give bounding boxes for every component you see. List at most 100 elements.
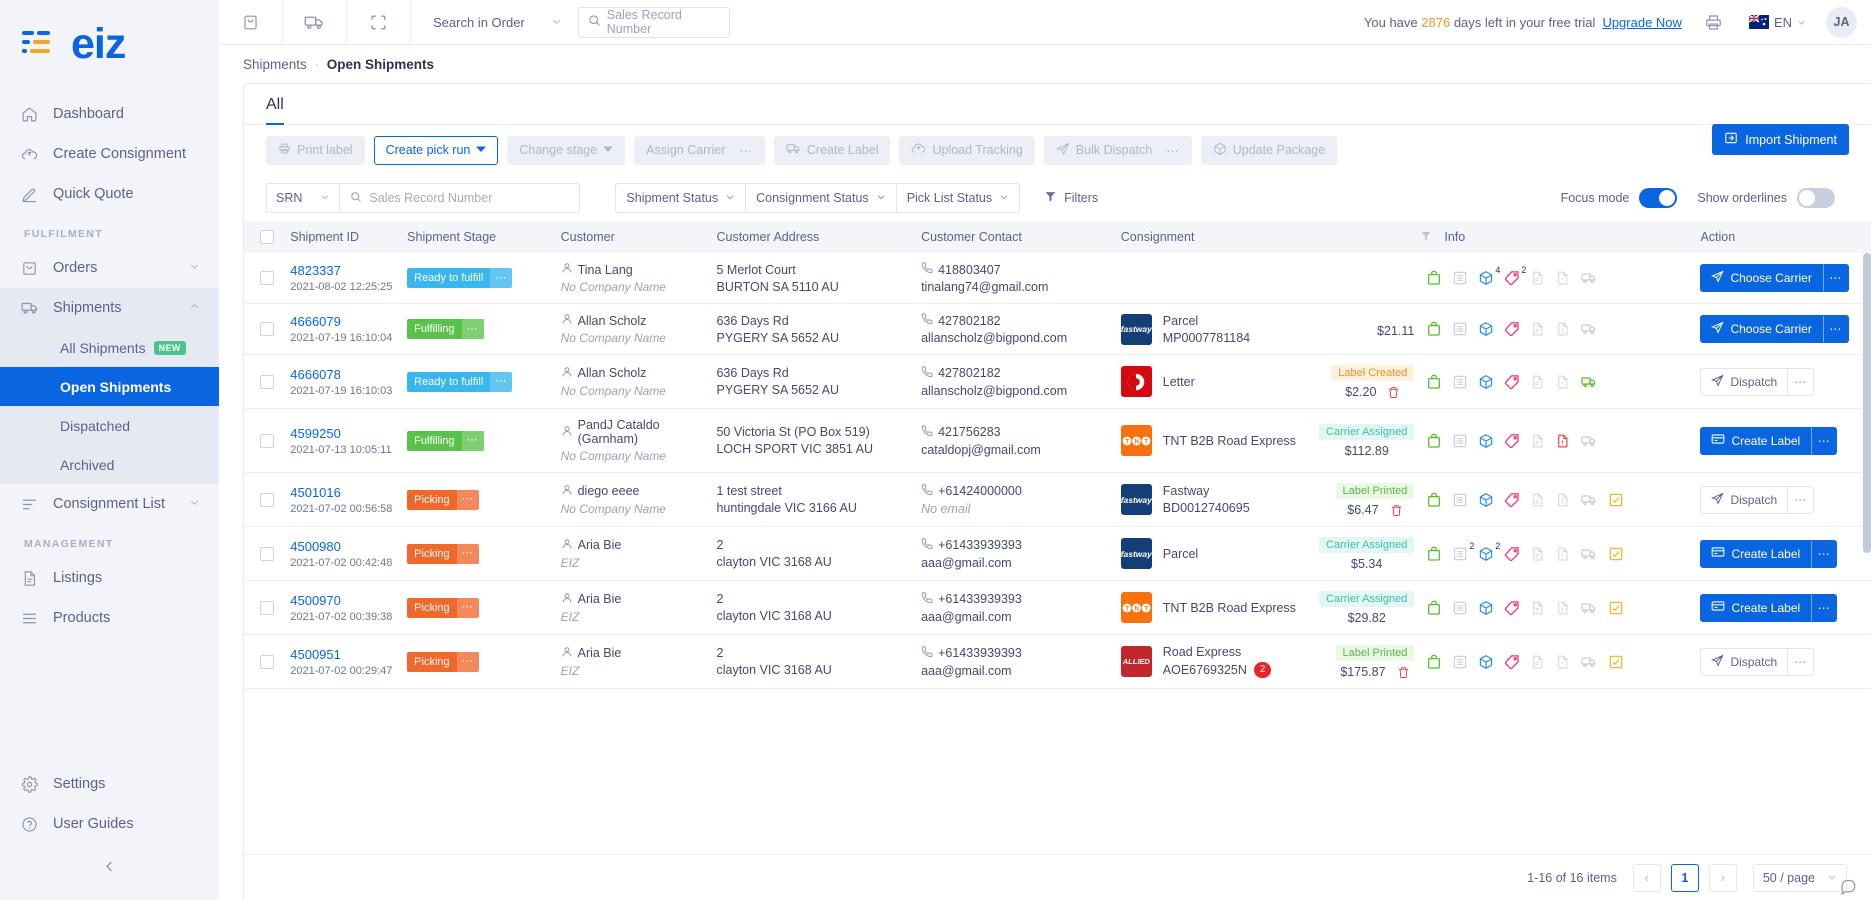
row-more-options-button[interactable]: ⋯: [1811, 426, 1838, 455]
truck-icon[interactable]: [1580, 321, 1598, 337]
stage-more-icon[interactable]: ⋯: [461, 319, 484, 339]
tag-icon[interactable]: [1504, 321, 1520, 337]
document-alert-icon[interactable]: [1555, 321, 1570, 337]
checklist-icon[interactable]: [1608, 492, 1624, 508]
document-icon[interactable]: [1530, 270, 1545, 286]
stage-badge[interactable]: Fulfilling ⋯: [407, 430, 484, 451]
stage-more-icon[interactable]: ⋯: [490, 268, 513, 288]
global-search-input[interactable]: Sales Record Number: [577, 6, 730, 38]
create-label-button[interactable]: Create Label: [773, 135, 891, 165]
row-more-options-button[interactable]: ⋯: [1822, 264, 1849, 292]
sidebar-item-listings[interactable]: Listings: [0, 558, 219, 598]
orderlines-icon[interactable]: [1452, 321, 1468, 337]
bulk-dispatch-button[interactable]: Bulk Dispatch ⋯: [1043, 135, 1192, 165]
document-icon[interactable]: [1530, 546, 1545, 562]
tag-icon[interactable]: [1504, 374, 1520, 390]
search-field-selector[interactable]: SRN: [267, 184, 341, 212]
chat-support-icon[interactable]: [1840, 878, 1857, 898]
shipment-status-filter[interactable]: Shipment Status: [616, 184, 747, 212]
shipment-id-link[interactable]: 4500951: [290, 647, 407, 662]
import-shipment-button[interactable]: Import Shipment: [1712, 124, 1849, 155]
page-1-button[interactable]: 1: [1670, 863, 1699, 892]
dispatch-button[interactable]: Dispatch: [1700, 485, 1789, 514]
create-label-button[interactable]: Create Label: [1700, 426, 1812, 455]
bag-icon[interactable]: [1426, 492, 1442, 508]
avatar[interactable]: JA: [1826, 6, 1857, 38]
prev-page-button[interactable]: ‹: [1632, 863, 1661, 892]
tag-icon[interactable]: [1504, 600, 1520, 616]
tab-all[interactable]: All: [244, 96, 292, 125]
row-checkbox[interactable]: [260, 654, 274, 669]
checklist-icon[interactable]: [1608, 654, 1624, 670]
create-label-button[interactable]: Create Label: [1700, 539, 1812, 568]
dispatch-button[interactable]: Dispatch: [1700, 647, 1789, 676]
show-orderlines-switch[interactable]: [1797, 188, 1835, 208]
printer-icon[interactable]: [1704, 13, 1723, 32]
stage-more-icon[interactable]: ⋯: [456, 543, 479, 564]
row-checkbox[interactable]: [260, 322, 274, 336]
table-row[interactable]: 4666078 2021-07-19 16:10:03 Ready to fulfi…: [244, 354, 1871, 409]
stage-badge[interactable]: Picking ⋯: [407, 489, 479, 510]
shipments-shortcut-icon[interactable]: [283, 0, 347, 44]
row-checkbox[interactable]: [260, 600, 274, 615]
create-label-button[interactable]: Create Label: [1700, 593, 1812, 622]
document-icon[interactable]: [1530, 374, 1545, 390]
row-checkbox[interactable]: [260, 546, 274, 561]
document-icon[interactable]: [1530, 654, 1545, 670]
orderlines-icon[interactable]: 2: [1452, 541, 1474, 562]
table-scrollbar[interactable]: [1863, 253, 1871, 854]
bag-icon[interactable]: [1426, 374, 1442, 390]
language-selector[interactable]: EN: [1748, 14, 1806, 30]
page-size-selector[interactable]: 50 / page: [1752, 863, 1847, 892]
scan-shortcut-icon[interactable]: [347, 0, 411, 44]
box-icon[interactable]: [1478, 600, 1494, 616]
shipment-id-link[interactable]: 4599250: [290, 426, 407, 441]
box-icon[interactable]: [1478, 654, 1494, 670]
document-icon[interactable]: [1530, 600, 1545, 616]
consignment-status-filter[interactable]: Consignment Status: [746, 184, 897, 212]
document-alert-icon[interactable]: [1555, 270, 1570, 286]
truck-icon[interactable]: [1580, 600, 1598, 616]
document-alert-icon[interactable]: [1555, 546, 1570, 562]
assign-carrier-button[interactable]: Assign Carrier ⋯: [634, 135, 765, 165]
checklist-icon[interactable]: [1608, 600, 1624, 616]
box-icon[interactable]: [1478, 374, 1494, 390]
truck-icon[interactable]: [1580, 433, 1598, 449]
shipment-id-link[interactable]: 4666079: [290, 314, 407, 329]
table-row[interactable]: 4599250 2021-07-13 10:05:11 Fulfilling ⋯ Pan…: [244, 408, 1871, 473]
table-row[interactable]: 4666079 2021-07-19 16:10:04 Fulfilling ⋯ All…: [244, 303, 1871, 355]
choose-carrier-button[interactable]: Choose Carrier: [1700, 315, 1823, 343]
bag-icon[interactable]: [1426, 600, 1442, 616]
document-icon[interactable]: [1530, 492, 1545, 508]
bag-icon[interactable]: [1426, 546, 1442, 562]
dispatch-button[interactable]: Dispatch: [1700, 367, 1789, 396]
create-pick-run-button[interactable]: Create pick run: [373, 135, 499, 165]
next-page-button[interactable]: ›: [1708, 863, 1737, 892]
filters-button[interactable]: Filters: [1044, 190, 1098, 206]
tag-icon[interactable]: [1504, 492, 1520, 508]
select-all-checkbox[interactable]: [260, 230, 274, 244]
logo[interactable]: eiz: [0, 0, 219, 88]
sidebar-item-dashboard[interactable]: Dashboard: [0, 94, 219, 134]
table-row[interactable]: 4501016 2021-07-02 00:56:58 Picking ⋯ diego …: [244, 472, 1871, 527]
search-scope-selector[interactable]: Search in Order: [411, 0, 578, 44]
truck-icon[interactable]: [1580, 492, 1598, 508]
document-icon[interactable]: [1530, 321, 1545, 337]
breadcrumb-parent[interactable]: Shipments: [243, 57, 307, 72]
stage-more-icon[interactable]: ⋯: [461, 430, 484, 451]
stage-badge[interactable]: Fulfilling ⋯: [407, 319, 484, 339]
row-checkbox[interactable]: [260, 492, 274, 507]
sidebar-collapse-button[interactable]: [0, 844, 219, 888]
stage-badge[interactable]: Picking ⋯: [407, 651, 479, 672]
bag-icon[interactable]: [1426, 321, 1442, 337]
upload-tracking-button[interactable]: Upload Tracking: [899, 135, 1035, 165]
document-alert-icon[interactable]: [1555, 433, 1570, 449]
print-label-button[interactable]: Print label: [266, 135, 365, 165]
row-more-options-button[interactable]: ⋯: [1788, 647, 1815, 676]
stage-badge[interactable]: Ready to fulfill ⋯: [407, 268, 513, 288]
sidebar-item-archived[interactable]: Archived: [0, 445, 219, 484]
choose-carrier-button[interactable]: Choose Carrier: [1700, 264, 1823, 292]
stage-more-icon[interactable]: ⋯: [456, 489, 479, 510]
bag-icon[interactable]: [1426, 654, 1442, 670]
document-icon[interactable]: [1530, 433, 1545, 449]
